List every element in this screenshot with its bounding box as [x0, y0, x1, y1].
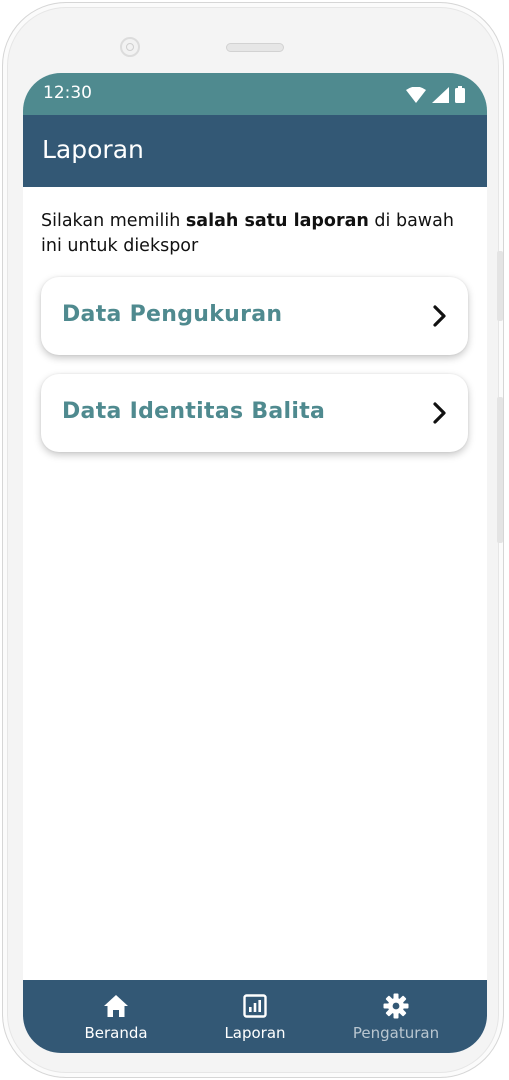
report-card-data-identitas-balita[interactable]: Data Identitas Balita — [41, 374, 468, 452]
battery-icon — [455, 86, 465, 103]
nav-label: Laporan — [224, 1024, 286, 1042]
nav-label: Beranda — [84, 1024, 148, 1042]
power-button — [497, 397, 503, 543]
volume-button — [497, 251, 503, 321]
front-camera — [120, 37, 140, 57]
earpiece-speaker — [226, 43, 284, 52]
intro-prefix: Silakan memilih — [41, 211, 186, 231]
nav-item-laporan[interactable]: Laporan — [185, 980, 325, 1053]
chevron-right-icon — [433, 402, 446, 424]
device-frame: 12:30 Laporan Silakan memilih salah satu… — [2, 2, 504, 1078]
status-time: 12:30 — [43, 83, 92, 103]
home-icon — [104, 995, 128, 1017]
intro-text: Silakan memilih salah satu laporan di ba… — [41, 209, 473, 259]
gear-icon — [383, 993, 409, 1019]
report-card-data-pengukuran[interactable]: Data Pengukuran — [41, 277, 468, 355]
wifi-icon — [406, 86, 426, 103]
report-card-label: Data Pengukuran — [62, 302, 283, 327]
bottom-navigation: Beranda Laporan Pengaturan — [23, 980, 487, 1053]
intro-emphasis: salah satu laporan — [185, 211, 369, 231]
status-bar: 12:30 — [23, 73, 487, 115]
status-icons — [406, 86, 465, 103]
chevron-right-icon — [433, 305, 446, 327]
nav-item-pengaturan[interactable]: Pengaturan — [326, 980, 466, 1053]
app-bar: Laporan — [23, 115, 487, 187]
signal-icon — [432, 86, 449, 103]
nav-label: Pengaturan — [352, 1024, 440, 1042]
page-title: Laporan — [42, 135, 144, 164]
nav-item-beranda[interactable]: Beranda — [46, 980, 186, 1053]
report-card-label: Data Identitas Balita — [62, 399, 326, 424]
app-screen: 12:30 Laporan Silakan memilih salah satu… — [23, 73, 487, 1053]
report-chart-icon — [243, 994, 267, 1018]
